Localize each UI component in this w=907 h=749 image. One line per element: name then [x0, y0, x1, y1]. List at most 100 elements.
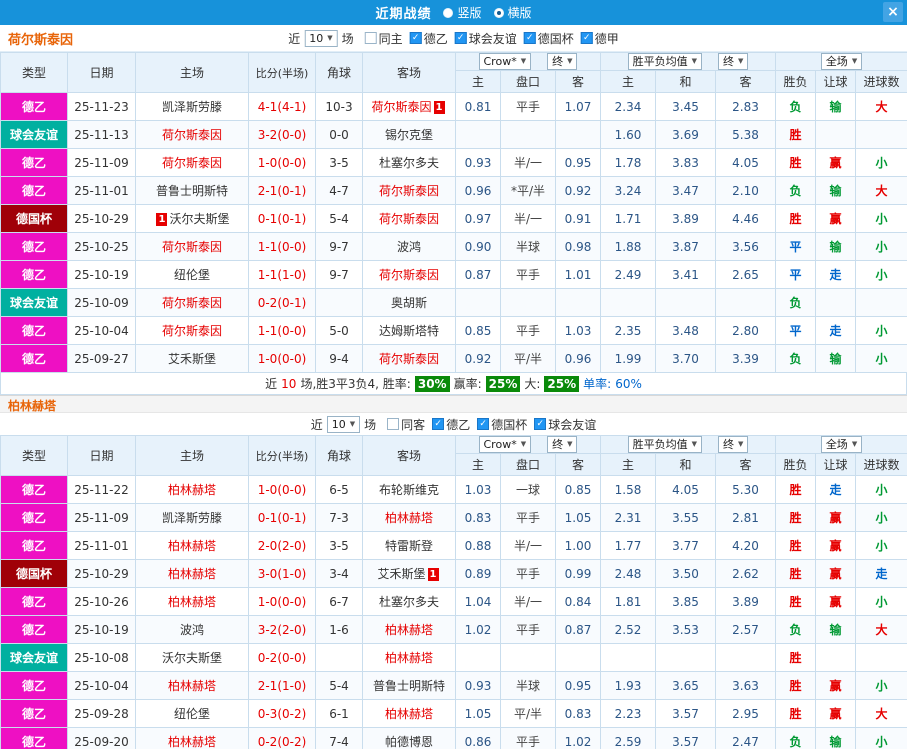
- bookmaker-select[interactable]: Crow* ▼: [478, 436, 532, 453]
- radio-unselected-icon[interactable]: [443, 7, 454, 18]
- league-type-cell[interactable]: 德国杯: [0, 559, 68, 588]
- radio-selected-icon[interactable]: [493, 7, 504, 18]
- league-type-cell[interactable]: 德乙: [0, 260, 68, 289]
- team-link[interactable]: 荷尔斯泰因: [162, 128, 222, 142]
- team-link[interactable]: 荷尔斯泰因: [379, 268, 439, 282]
- checkbox-checked-icon[interactable]: ✓: [432, 418, 445, 430]
- league-type-cell[interactable]: 德乙: [0, 699, 68, 728]
- asian-rate-label: 赢率:: [453, 377, 482, 391]
- team-link[interactable]: 荷尔斯泰因: [379, 352, 439, 366]
- team-link[interactable]: 杜塞尔多夫: [379, 156, 439, 170]
- team-link[interactable]: 普鲁士明斯特: [156, 184, 228, 198]
- team-link[interactable]: 帕德博恩: [385, 735, 433, 749]
- layout-vertical-option[interactable]: 竖版: [443, 4, 482, 21]
- team-link[interactable]: 纽伦堡: [174, 268, 210, 282]
- team-link[interactable]: 波鸿: [397, 240, 421, 254]
- team-link[interactable]: 柏林赫塔: [168, 483, 216, 497]
- team-link[interactable]: 艾禾斯堡: [377, 567, 425, 581]
- league-type-cell[interactable]: 德乙: [0, 92, 68, 121]
- final-avg-select[interactable]: 终 ▼: [718, 436, 749, 453]
- filter-checkbox-同客[interactable]: 同客: [387, 416, 425, 433]
- filter-checkbox-同主[interactable]: 同主: [364, 30, 403, 47]
- team-link[interactable]: 柏林赫塔: [168, 735, 216, 749]
- league-type-cell[interactable]: 德乙: [0, 503, 68, 532]
- league-type-cell[interactable]: 德乙: [0, 587, 68, 616]
- team-link[interactable]: 波鸿: [180, 623, 204, 637]
- checkbox-checked-icon[interactable]: ✓: [534, 418, 547, 430]
- filter-checkbox-球会友谊[interactable]: ✓ 球会友谊: [454, 30, 517, 47]
- avg-odds-select[interactable]: 胜平负均值 ▼: [627, 436, 702, 453]
- league-type-cell[interactable]: 德乙: [0, 316, 68, 345]
- team-link[interactable]: 柏林赫塔: [385, 651, 433, 665]
- team-link[interactable]: 杜塞尔多夫: [379, 595, 439, 609]
- team-link[interactable]: 凯泽斯劳滕: [162, 511, 222, 525]
- team-link[interactable]: 奥胡斯: [391, 296, 427, 310]
- team-link[interactable]: 沃尔夫斯堡: [162, 651, 222, 665]
- filter-checkbox-德乙[interactable]: ✓ 德乙: [409, 30, 448, 47]
- team-link[interactable]: 柏林赫塔: [168, 539, 216, 553]
- col-header-odds-away: 客: [555, 453, 601, 476]
- final-odds-select[interactable]: 终 ▼: [547, 53, 578, 70]
- league-type-cell[interactable]: 德国杯: [0, 204, 68, 233]
- checkbox-unchecked-icon[interactable]: [364, 32, 377, 44]
- league-type-cell[interactable]: 球会友谊: [0, 643, 68, 672]
- filter-checkbox-球会友谊[interactable]: ✓ 球会友谊: [534, 416, 596, 433]
- league-type-cell[interactable]: 德乙: [0, 671, 68, 700]
- checkbox-checked-icon[interactable]: ✓: [409, 32, 422, 44]
- chevron-down-icon: ▼: [691, 440, 697, 448]
- team-link[interactable]: 普鲁士明斯特: [373, 679, 445, 693]
- league-type-cell[interactable]: 球会友谊: [0, 288, 68, 317]
- scope-select[interactable]: 全场 ▼: [820, 53, 863, 70]
- team-link[interactable]: 荷尔斯泰因: [162, 156, 222, 170]
- close-button[interactable]: ×: [883, 2, 903, 22]
- checkbox-unchecked-icon[interactable]: [387, 418, 400, 430]
- league-type-cell[interactable]: 德乙: [0, 615, 68, 644]
- team-link[interactable]: 柏林赫塔: [168, 679, 216, 693]
- avg-odds-select[interactable]: 胜平负均值 ▼: [627, 53, 702, 70]
- bookmaker-select[interactable]: Crow* ▼: [478, 53, 532, 70]
- team-link[interactable]: 荷尔斯泰因: [371, 100, 431, 114]
- team-link[interactable]: 布轮斯维克: [379, 483, 439, 497]
- team-link[interactable]: 沃尔夫斯堡: [169, 212, 229, 226]
- checkbox-checked-icon[interactable]: ✓: [580, 32, 593, 44]
- team-link[interactable]: 锡尔克堡: [385, 128, 433, 142]
- match-date: 25-11-01: [67, 176, 136, 205]
- team-link[interactable]: 荷尔斯泰因: [379, 184, 439, 198]
- team-link[interactable]: 柏林赫塔: [385, 623, 433, 637]
- league-type-cell[interactable]: 德乙: [0, 531, 68, 560]
- layout-horizontal-option[interactable]: 横版: [493, 4, 532, 21]
- league-type-cell[interactable]: 球会友谊: [0, 120, 68, 149]
- team-link[interactable]: 柏林赫塔: [385, 707, 433, 721]
- checkbox-checked-icon[interactable]: ✓: [454, 32, 467, 44]
- league-type-cell[interactable]: 德乙: [0, 344, 68, 373]
- league-type-cell[interactable]: 德乙: [0, 475, 68, 504]
- team-link[interactable]: 柏林赫塔: [385, 511, 433, 525]
- filter-checkbox-德国杯[interactable]: ✓ 德国杯: [477, 416, 527, 433]
- team-link[interactable]: 荷尔斯泰因: [162, 296, 222, 310]
- match-count-select[interactable]: 10 ▼: [304, 29, 338, 47]
- league-type-cell[interactable]: 德乙: [0, 232, 68, 261]
- final-odds-select[interactable]: 终 ▼: [547, 436, 578, 453]
- match-count-select[interactable]: 10 ▼: [326, 415, 361, 433]
- team-link[interactable]: 特雷斯登: [385, 539, 433, 553]
- filter-checkbox-德国杯[interactable]: ✓ 德国杯: [523, 30, 574, 47]
- filter-checkbox-德乙[interactable]: ✓ 德乙: [432, 416, 470, 433]
- filter-checkbox-德甲[interactable]: ✓ 德甲: [580, 30, 619, 47]
- team-link[interactable]: 柏林赫塔: [168, 595, 216, 609]
- team-link[interactable]: 荷尔斯泰因: [162, 324, 222, 338]
- league-type-cell[interactable]: 德乙: [0, 727, 68, 749]
- team-link[interactable]: 达姆斯塔特: [379, 324, 439, 338]
- team-link[interactable]: 凯泽斯劳滕: [162, 100, 222, 114]
- checkbox-checked-icon[interactable]: ✓: [477, 418, 490, 430]
- final-avg-select[interactable]: 终 ▼: [718, 53, 749, 70]
- checkbox-checked-icon[interactable]: ✓: [523, 32, 536, 44]
- team-link[interactable]: 纽伦堡: [174, 707, 210, 721]
- league-type-cell[interactable]: 德乙: [0, 148, 68, 177]
- league-type-cell[interactable]: 德乙: [0, 176, 68, 205]
- team-link[interactable]: 艾禾斯堡: [168, 352, 216, 366]
- team-link[interactable]: 荷尔斯泰因: [379, 212, 439, 226]
- team-link[interactable]: 柏林赫塔: [168, 567, 216, 581]
- scope-select[interactable]: 全场 ▼: [820, 436, 863, 453]
- odds-away: 0.95: [555, 671, 601, 700]
- team-link[interactable]: 荷尔斯泰因: [162, 240, 222, 254]
